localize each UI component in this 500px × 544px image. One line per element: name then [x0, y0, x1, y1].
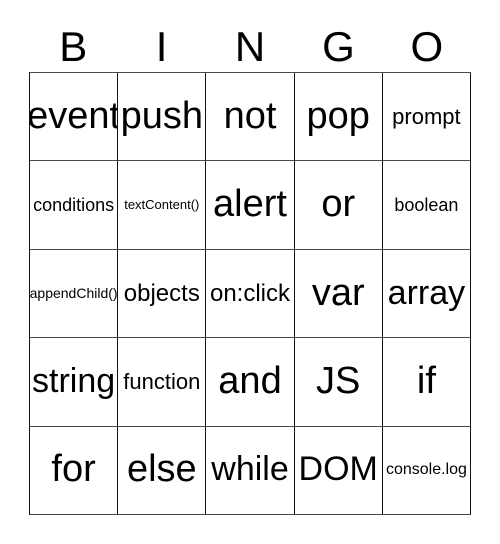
bingo-cell-label: console.log	[385, 460, 467, 478]
bingo-grid: event push not pop prompt conditions tex…	[29, 72, 472, 516]
bingo-cell[interactable]: and	[206, 338, 295, 427]
bingo-cell-label: if	[416, 359, 436, 402]
bingo-cell[interactable]: var	[294, 249, 383, 339]
bingo-cell[interactable]: JS	[294, 338, 383, 427]
bingo-cell[interactable]: event	[30, 73, 119, 162]
bingo-cell[interactable]: or	[294, 161, 383, 250]
bingo-cell[interactable]: string	[30, 338, 119, 427]
bingo-cell[interactable]: prompt	[382, 73, 472, 162]
bingo-cell[interactable]: appendChild()	[30, 249, 119, 339]
bingo-cell-label: boolean	[394, 194, 459, 215]
bingo-cell[interactable]: boolean	[382, 161, 472, 250]
bingo-header-letter-i: I	[155, 23, 168, 70]
bingo-cell-label: on:click	[209, 279, 291, 307]
bingo-row: string function and JS if	[30, 338, 472, 427]
bingo-cell-label: var	[311, 271, 365, 314]
bingo-header-letter-n: N	[234, 23, 266, 70]
bingo-cell-label: textContent()	[124, 197, 200, 213]
bingo-cell-label: prompt	[392, 104, 461, 130]
bingo-cell[interactable]: textContent()	[118, 161, 207, 250]
bingo-cell[interactable]: for	[30, 426, 119, 516]
bingo-cell-label: function	[123, 369, 201, 395]
bingo-cell-label: appendChild()	[30, 285, 118, 302]
bingo-cell[interactable]: if	[382, 338, 472, 427]
bingo-row: event push not pop prompt	[30, 73, 472, 162]
bingo-card: B I N G O event push not pop prompt cond…	[0, 0, 500, 544]
bingo-cell-label: conditions	[33, 194, 115, 215]
bingo-cell[interactable]: on:click	[206, 249, 295, 339]
bingo-header-row: B I N G O	[29, 22, 471, 72]
bingo-cell-label: string	[32, 362, 116, 401]
bingo-cell-label: push	[120, 94, 203, 137]
bingo-cell[interactable]: DOM	[294, 426, 383, 516]
bingo-cell-label: DOM	[298, 450, 378, 489]
bingo-cell-label: for	[51, 448, 96, 491]
bingo-cell-label: or	[321, 183, 356, 226]
bingo-row: conditions textContent() alert or boolea…	[30, 161, 472, 250]
bingo-cell[interactable]: array	[382, 249, 472, 339]
bingo-header-letter-o: O	[410, 23, 444, 70]
bingo-cell[interactable]: else	[118, 426, 207, 516]
bingo-cell[interactable]: pop	[294, 73, 383, 162]
bingo-cell-label: while	[211, 450, 289, 489]
bingo-cell-label: array	[387, 273, 466, 312]
bingo-header-letter-b: B	[59, 23, 88, 70]
bingo-cell-label: else	[126, 448, 197, 491]
bingo-cell[interactable]: push	[118, 73, 207, 162]
bingo-cell-label: and	[218, 359, 282, 402]
bingo-row: for else while DOM console.log	[30, 426, 472, 516]
bingo-cell[interactable]: console.log	[382, 426, 472, 516]
bingo-cell[interactable]: not	[206, 73, 295, 162]
bingo-cell-label: pop	[306, 94, 370, 137]
bingo-cell-label: not	[223, 94, 277, 137]
bingo-cell[interactable]: function	[118, 338, 207, 427]
bingo-header-letter-g: G	[322, 23, 355, 70]
bingo-cell[interactable]: conditions	[30, 161, 119, 250]
bingo-row: appendChild() objects on:click var array	[30, 249, 472, 339]
bingo-cell-label: event	[30, 94, 119, 137]
bingo-cell[interactable]: objects	[118, 249, 207, 339]
bingo-cell[interactable]: while	[206, 426, 295, 516]
bingo-cell-label: objects	[123, 279, 200, 307]
bingo-cell[interactable]: alert	[206, 161, 295, 250]
bingo-cell-label: alert	[213, 183, 287, 226]
bingo-cell-label: JS	[316, 359, 361, 402]
